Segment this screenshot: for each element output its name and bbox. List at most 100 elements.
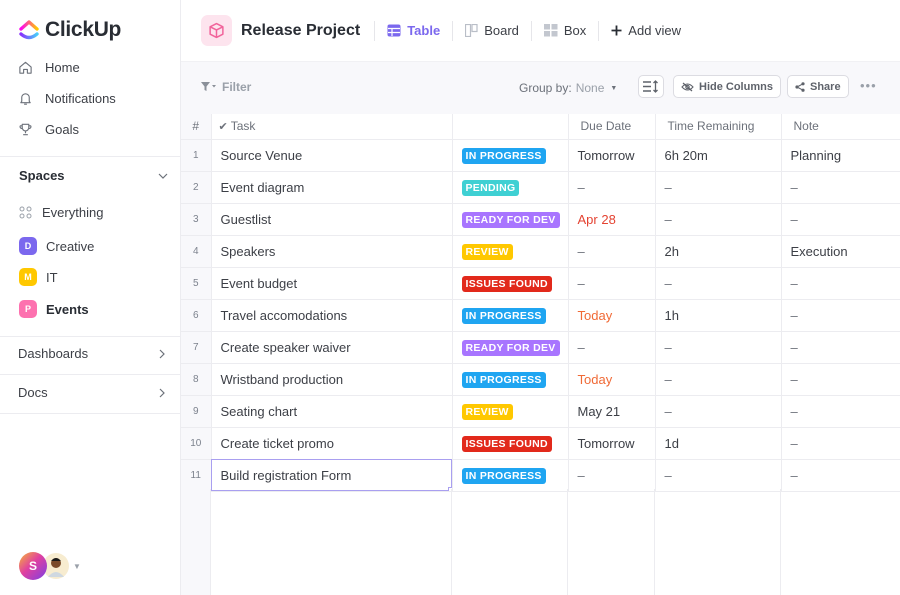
note-cell[interactable]: – — [781, 299, 900, 332]
task-name-cell[interactable]: Seating chart — [211, 395, 453, 428]
table-row[interactable]: 9 Seating chart REVIEW May 21– – — [181, 395, 900, 428]
status-cell[interactable]: READY FOR DEV — [452, 331, 569, 364]
task-name-cell[interactable]: Create ticket promo — [211, 427, 453, 460]
status-badge[interactable]: READY FOR DEV — [461, 211, 560, 228]
note-cell[interactable]: Planning — [781, 139, 900, 172]
time-remaining-cell[interactable]: – — [655, 395, 782, 428]
time-remaining-cell[interactable]: 1h — [655, 299, 782, 332]
task-name-cell[interactable]: Wristband production — [211, 363, 453, 396]
status-cell[interactable]: ISSUES FOUND — [452, 427, 569, 460]
status-cell[interactable]: PENDING — [452, 171, 569, 204]
table-row[interactable]: 4 Speakers REVIEW –2h Execution — [181, 235, 900, 268]
due-date-cell[interactable]: Apr 28 — [568, 203, 656, 236]
note-cell[interactable]: – — [781, 267, 900, 300]
status-cell[interactable]: IN PROGRESS — [452, 363, 569, 396]
status-cell[interactable]: IN PROGRESS — [452, 139, 569, 172]
table-row[interactable]: 11 Build registration Form IN PROGRESS – – – — [181, 459, 900, 492]
clickup-logo[interactable]: ClickUp — [19, 18, 121, 42]
spaces-header[interactable]: Spaces — [19, 168, 169, 183]
sidebar-item-home[interactable]: Home — [18, 60, 80, 75]
sidebar-item-everything[interactable]: Everything — [19, 205, 103, 220]
column-header-time-remaining[interactable]: Time Remaining — [655, 114, 782, 140]
due-date-cell[interactable]: – — [568, 235, 656, 268]
more-options-icon[interactable]: ••• — [860, 78, 877, 93]
due-date-cell[interactable]: Today — [568, 299, 656, 332]
due-date-cell[interactable]: – — [568, 331, 656, 364]
status-badge[interactable]: REVIEW — [461, 403, 513, 420]
status-cell[interactable]: ISSUES FOUND — [452, 267, 569, 300]
due-date-cell[interactable]: Today — [568, 363, 656, 396]
time-remaining-cell[interactable]: – — [655, 267, 782, 300]
space-creative[interactable]: D Creative — [19, 237, 94, 255]
add-view-button[interactable]: Add view — [599, 23, 693, 38]
table-row[interactable]: 2 Event diagram PENDING – – – — [181, 171, 900, 204]
task-name-cell[interactable]: Event budget — [211, 267, 453, 300]
sort-button[interactable] — [638, 75, 664, 98]
table-row[interactable]: 6 Travel accomodations IN PROGRESS Today 1h – — [181, 299, 900, 332]
status-cell[interactable]: IN PROGRESS — [452, 299, 569, 332]
time-remaining-cell[interactable]: – — [655, 459, 782, 492]
status-badge[interactable]: READY FOR DEV — [461, 339, 560, 356]
note-cell[interactable]: – — [781, 427, 900, 460]
note-cell[interactable]: Execution — [781, 235, 900, 268]
task-name-cell[interactable]: Build registration Form — [211, 459, 453, 492]
task-name-cell[interactable]: Source Venue — [211, 139, 453, 172]
status-badge[interactable]: IN PROGRESS — [461, 467, 546, 484]
task-name-cell[interactable]: Create speaker waiver — [211, 331, 453, 364]
time-remaining-cell[interactable]: – — [655, 331, 782, 364]
tab-table[interactable]: Table — [375, 23, 452, 38]
note-cell[interactable]: – — [781, 363, 900, 396]
status-cell[interactable]: READY FOR DEV — [452, 203, 569, 236]
tab-box[interactable]: Box — [532, 23, 598, 38]
note-cell[interactable]: – — [781, 395, 900, 428]
column-header-status[interactable] — [452, 114, 569, 140]
due-date-cell[interactable]: – — [568, 267, 656, 300]
task-name-cell[interactable]: Travel accomodations — [211, 299, 453, 332]
table-row[interactable]: 7 Create speaker waiver READY FOR DEV – – – — [181, 331, 900, 364]
user-menu[interactable]: S ▼ — [19, 552, 81, 580]
group-by-dropdown[interactable]: Group by: None ▼ — [519, 81, 617, 95]
note-cell[interactable]: – — [781, 203, 900, 236]
sidebar-item-docs[interactable]: Docs — [18, 385, 168, 400]
column-header-due-date[interactable]: Due Date — [568, 114, 656, 140]
status-cell[interactable]: IN PROGRESS — [452, 459, 569, 492]
status-badge[interactable]: IN PROGRESS — [461, 371, 546, 388]
status-badge[interactable]: IN PROGRESS — [461, 307, 546, 324]
share-button[interactable]: Share — [787, 75, 849, 98]
task-name-cell[interactable]: Event diagram — [211, 171, 453, 204]
chevron-down-icon[interactable] — [157, 170, 169, 182]
sidebar-item-dashboards[interactable]: Dashboards — [18, 346, 168, 361]
due-date-cell[interactable]: May 21 — [568, 395, 656, 428]
table-row[interactable]: 1 Source Venue IN PROGRESS Tomorrow 6h 20m Pl… — [181, 139, 900, 172]
time-remaining-cell[interactable]: – — [655, 171, 782, 204]
table-row[interactable]: 3 Guestlist READY FOR DEV Apr 28– – — [181, 203, 900, 236]
column-header-task[interactable]: ✔ Task — [211, 114, 453, 140]
time-remaining-cell[interactable]: – — [655, 203, 782, 236]
task-name-cell[interactable]: Speakers — [211, 235, 453, 268]
table-row[interactable]: 5 Event budget ISSUES FOUND – – – — [181, 267, 900, 300]
note-cell[interactable]: – — [781, 459, 900, 492]
due-date-cell[interactable]: Tomorrow — [568, 427, 656, 460]
task-name-cell[interactable]: Guestlist — [211, 203, 453, 236]
tab-board[interactable]: Board — [453, 23, 531, 38]
sidebar-item-goals[interactable]: Goals — [18, 122, 79, 137]
note-cell[interactable]: – — [781, 331, 900, 364]
filter-button[interactable]: Filter — [201, 80, 251, 94]
table-row[interactable]: 8 Wristband production IN PROGRESS Today – – — [181, 363, 900, 396]
space-events[interactable]: P Events — [19, 300, 89, 318]
status-badge[interactable]: PENDING — [461, 179, 520, 196]
time-remaining-cell[interactable]: 2h — [655, 235, 782, 268]
time-remaining-cell[interactable]: 1d — [655, 427, 782, 460]
time-remaining-cell[interactable]: – — [655, 363, 782, 396]
table-row[interactable]: 10 Create ticket promo ISSUES FOUND Tomorro… — [181, 427, 900, 460]
space-it[interactable]: M IT — [19, 268, 58, 286]
status-badge[interactable]: IN PROGRESS — [461, 147, 546, 164]
status-badge[interactable]: REVIEW — [461, 243, 513, 260]
due-date-cell[interactable]: – — [568, 171, 656, 204]
due-date-cell[interactable]: – — [568, 459, 656, 492]
hide-columns-button[interactable]: Hide Columns — [673, 75, 781, 98]
time-remaining-cell[interactable]: 6h 20m — [655, 139, 782, 172]
sidebar-item-notifications[interactable]: Notifications — [18, 91, 116, 106]
status-badge[interactable]: ISSUES FOUND — [461, 275, 552, 292]
column-header-note[interactable]: Note — [781, 114, 900, 140]
